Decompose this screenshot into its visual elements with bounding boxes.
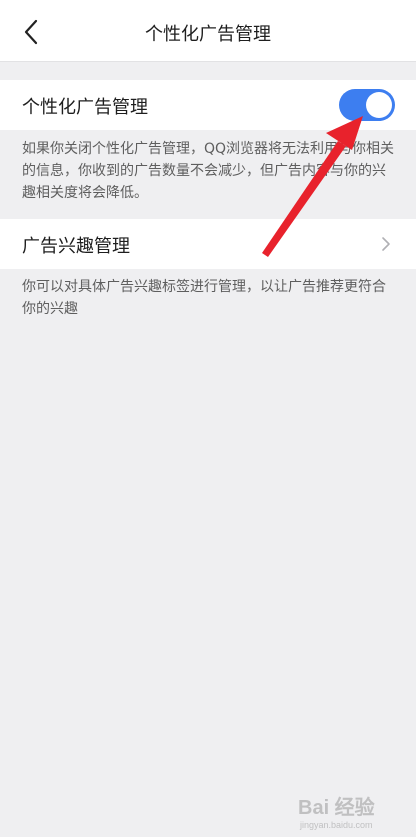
- watermark-text: Bai 经验: [298, 795, 375, 819]
- ad-interest-management-description: 你可以对具体广告兴趣标签进行管理，以让广告推荐更符合你的兴趣: [22, 279, 386, 317]
- personalized-ads-description: 如果你关闭个性化广告管理，QQ浏览器将无法利用与你相关的信息，你收到的广告数量不…: [22, 141, 395, 201]
- personalized-ads-toggle[interactable]: [339, 89, 395, 121]
- watermark-subtext: jingyan.baidu.com: [299, 820, 373, 830]
- personalized-ads-label: 个性化广告管理: [22, 97, 148, 118]
- toggle-knob: [366, 92, 392, 118]
- ad-interest-management-row[interactable]: 广告兴趣管理: [0, 219, 416, 269]
- page-title: 个性化广告管理: [145, 24, 271, 45]
- chevron-right-icon: [382, 237, 390, 251]
- ad-interest-management-label: 广告兴趣管理: [22, 236, 130, 257]
- top-navigation-bar: 个性化广告管理: [0, 0, 416, 62]
- baidu-jingyan-watermark: Bai 经验 jingyan.baidu.com: [298, 795, 375, 830]
